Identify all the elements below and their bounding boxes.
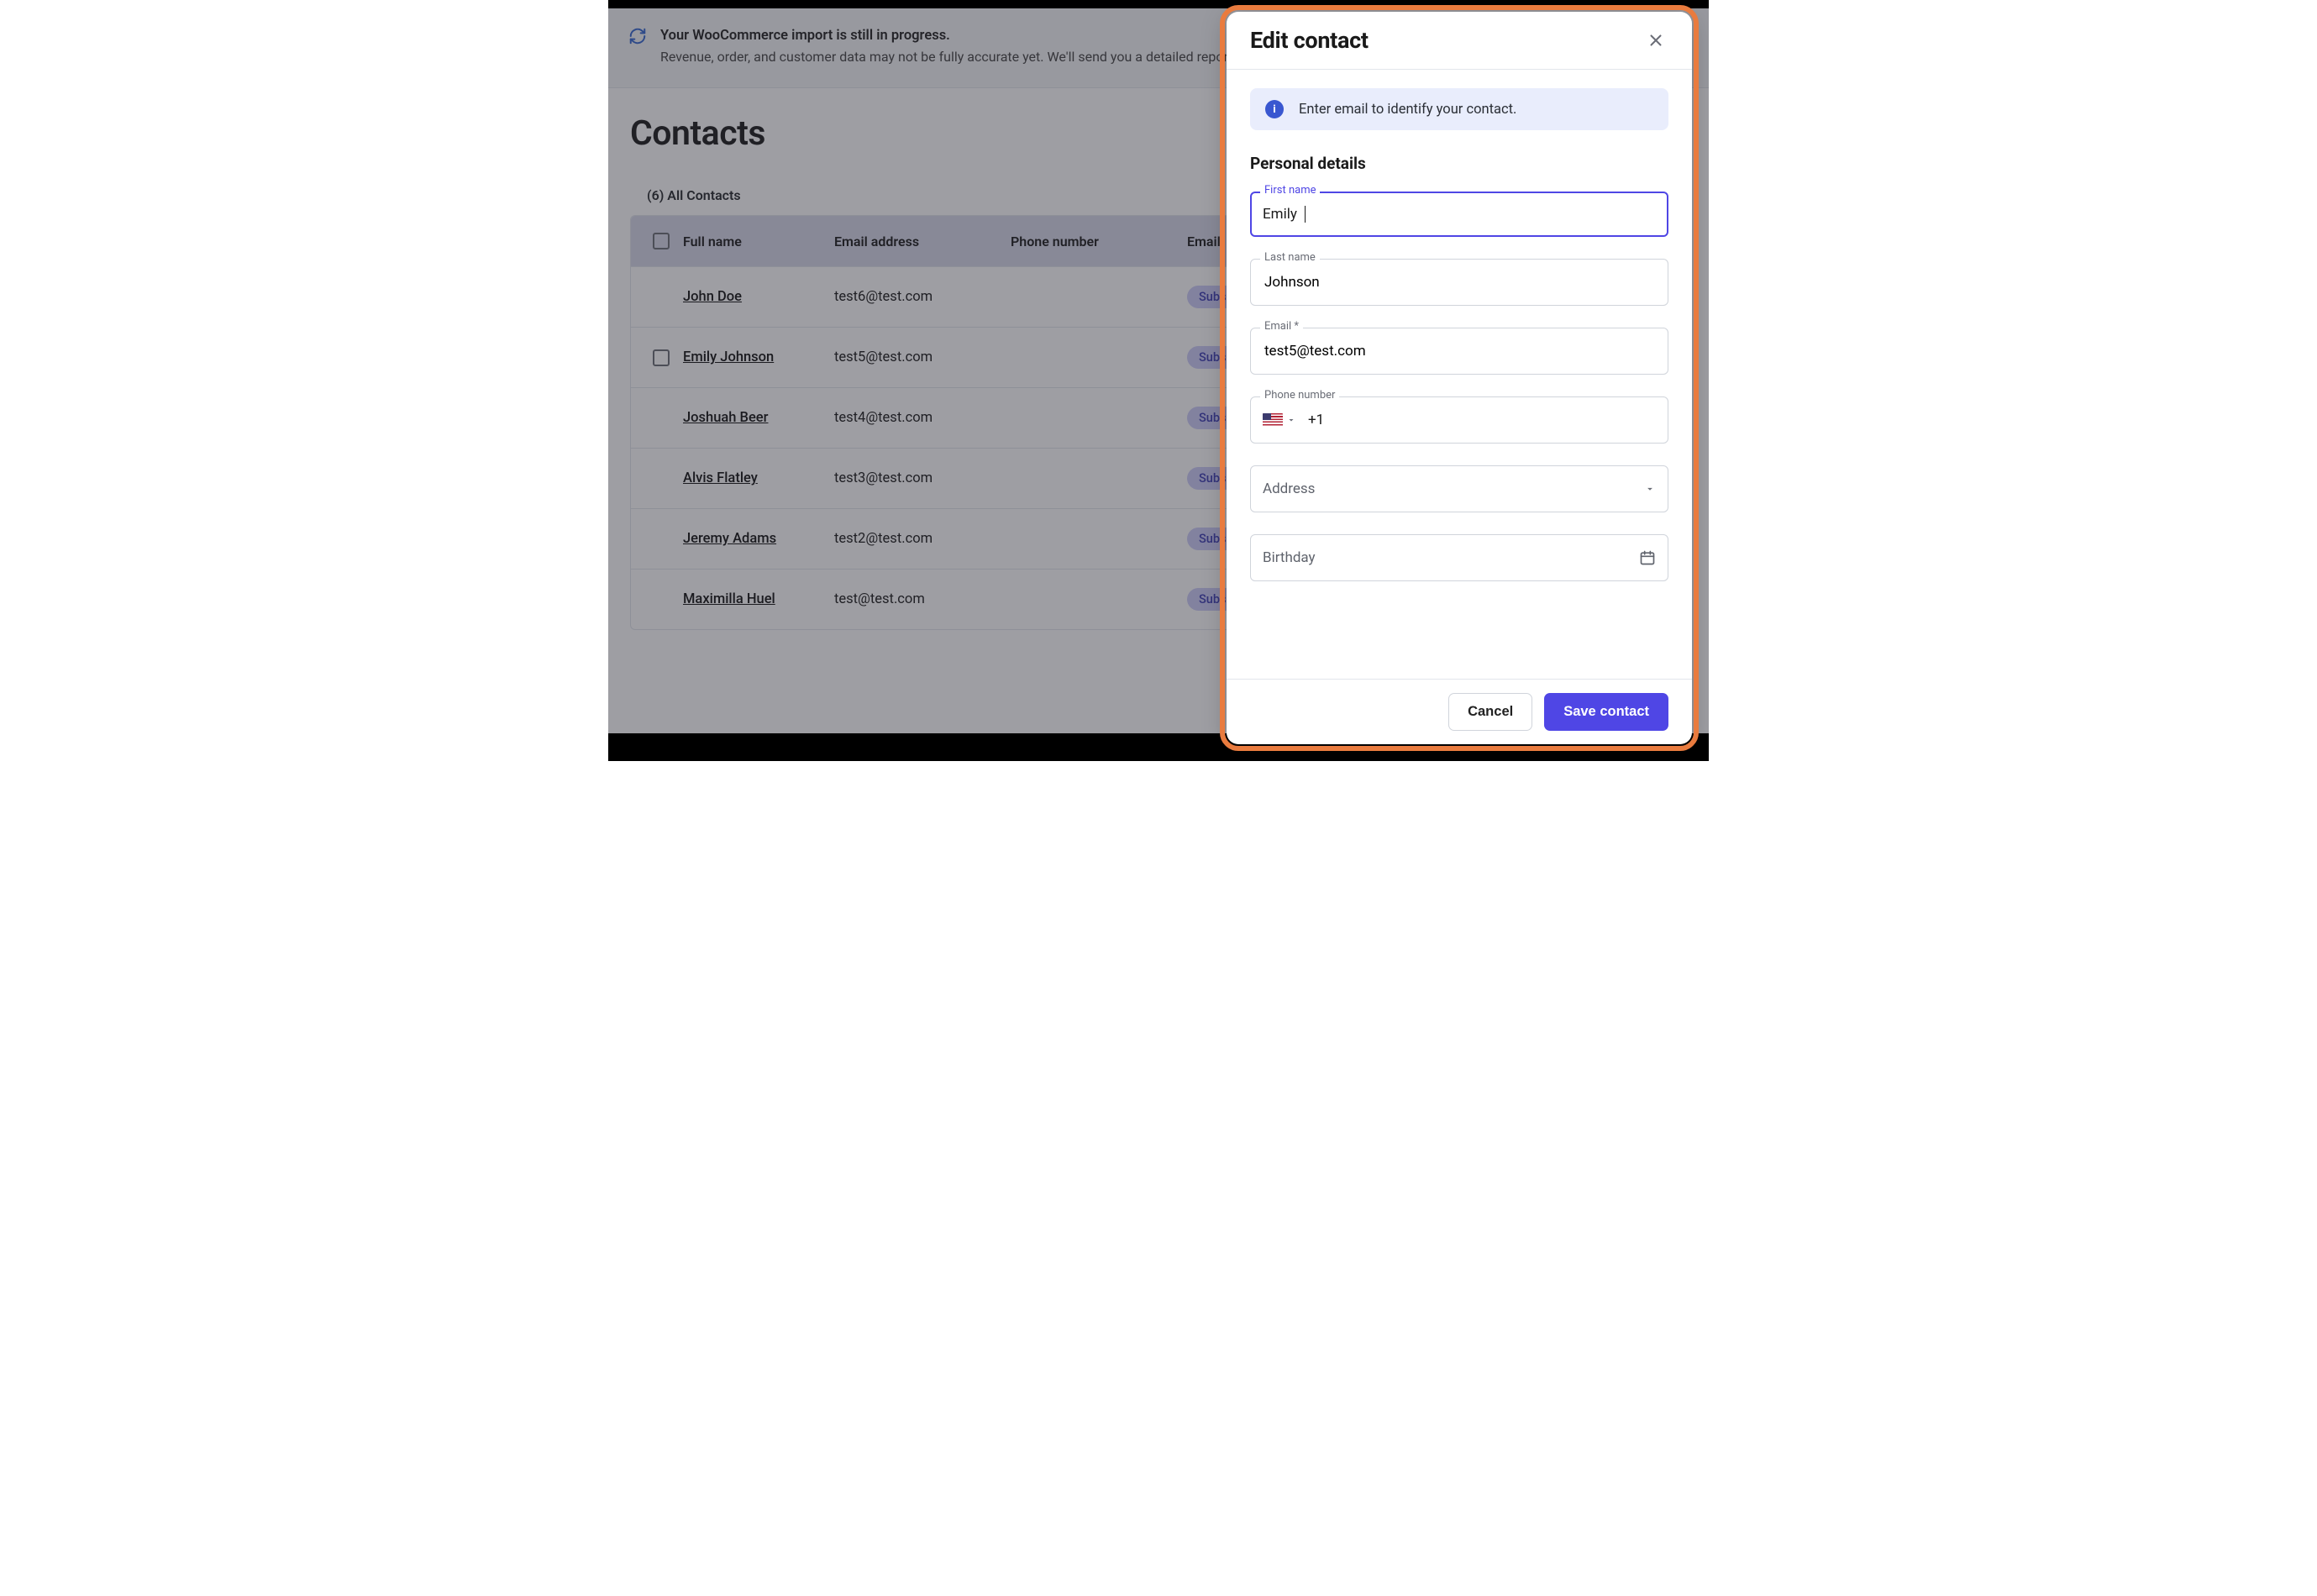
email-input[interactable] [1263,342,1656,360]
birthday-picker[interactable]: Birthday [1250,534,1668,581]
first-name-field[interactable]: First name Emily [1250,192,1668,237]
address-select[interactable]: Address [1250,465,1668,512]
contact-email: test3@test.com [831,470,1007,486]
calendar-icon [1639,549,1656,566]
drawer-title: Edit contact [1250,27,1369,54]
chevron-down-icon [1286,415,1296,425]
text-cursor [1305,206,1306,223]
cancel-button[interactable]: Cancel [1448,693,1532,731]
row-checkbox[interactable] [653,349,670,366]
edit-contact-drawer: Edit contact i Enter email to identify y… [1227,12,1692,744]
address-placeholder: Address [1263,480,1315,497]
contact-email: test6@test.com [831,289,1007,305]
last-name-input[interactable] [1263,273,1656,291]
contact-email: test2@test.com [831,531,1007,547]
phone-prefix: +1 [1308,412,1324,428]
info-icon: i [1265,100,1284,118]
email-field[interactable]: Email * [1250,328,1668,375]
refresh-icon [628,27,647,45]
country-code-selector[interactable] [1263,413,1301,427]
close-icon [1647,31,1665,50]
col-full-name[interactable]: Full name [680,234,831,249]
phone-input[interactable] [1331,411,1656,429]
personal-details-heading: Personal details [1250,154,1668,173]
phone-label: Phone number [1260,389,1339,402]
contact-name-link[interactable]: Maximilla Huel [683,591,775,607]
close-button[interactable] [1643,28,1668,53]
phone-field[interactable]: Phone number +1 [1250,396,1668,444]
email-label: Email * [1260,320,1303,333]
contact-name-link[interactable]: Jeremy Adams [683,531,776,547]
us-flag-icon [1263,413,1283,427]
first-name-value: Emily [1263,206,1297,223]
contact-email: test5@test.com [831,349,1007,365]
col-phone-number[interactable]: Phone number [1007,234,1184,249]
first-name-label: First name [1260,184,1320,197]
info-message: Enter email to identify your contact. [1299,102,1516,118]
chevron-down-icon [1644,483,1656,495]
select-all-checkbox[interactable] [653,233,670,249]
contact-email: test4@test.com [831,410,1007,426]
last-name-label: Last name [1260,251,1320,264]
birthday-placeholder: Birthday [1263,549,1316,566]
info-callout: i Enter email to identify your contact. [1250,88,1668,130]
contact-name-link[interactable]: Joshuah Beer [683,410,768,426]
contact-email: test@test.com [831,591,1007,607]
col-email-address[interactable]: Email address [831,234,1007,249]
contact-name-link[interactable]: Emily Johnson [683,349,774,365]
save-contact-button[interactable]: Save contact [1544,693,1668,731]
contact-name-link[interactable]: John Doe [683,289,742,305]
contact-name-link[interactable]: Alvis Flatley [683,470,758,486]
last-name-field[interactable]: Last name [1250,259,1668,306]
